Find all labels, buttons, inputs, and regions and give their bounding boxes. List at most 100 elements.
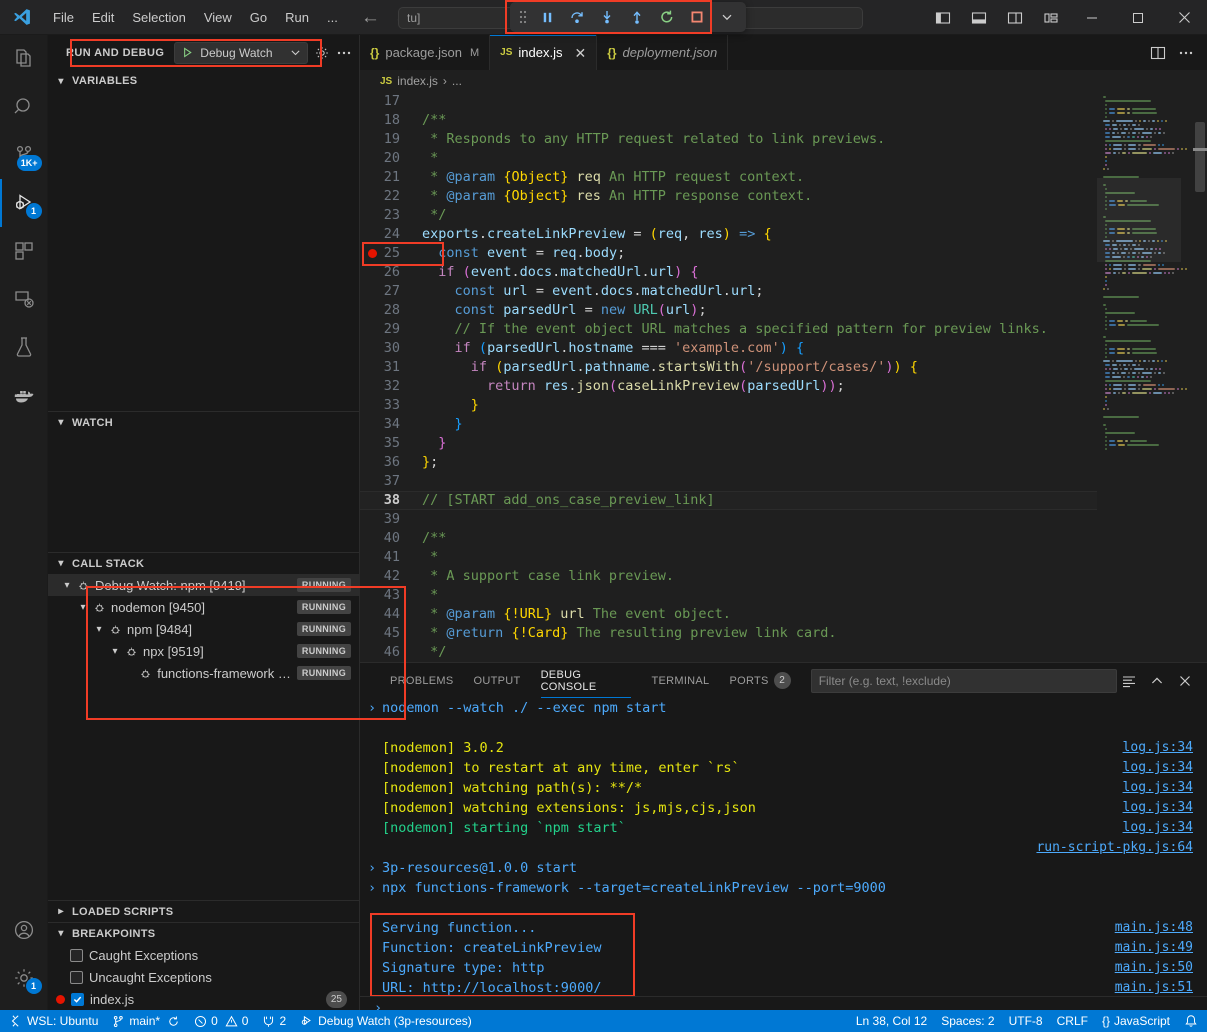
grip-dots-icon[interactable]	[515, 10, 531, 24]
menu-go[interactable]: Go	[241, 6, 276, 29]
chevron-down-icon[interactable]: ▾	[76, 602, 90, 613]
code-text[interactable]: *	[412, 548, 1097, 567]
code-text[interactable]: */	[412, 643, 1097, 662]
console-source-link[interactable]: main.js:50	[1115, 958, 1207, 978]
step-over-button[interactable]	[563, 4, 591, 30]
chevron-down-icon[interactable]: ▾	[92, 624, 106, 635]
code-line[interactable]: 42 * A support case link preview.	[360, 567, 1097, 586]
console-source-link[interactable]: log.js:34	[1123, 798, 1207, 818]
sidebar-item-testing[interactable]	[0, 323, 48, 371]
code-pane[interactable]: 1718/**19 * Responds to any HTTP request…	[360, 92, 1097, 662]
breadcrumb-symbol[interactable]: ...	[452, 74, 462, 88]
code-text[interactable]: }	[412, 434, 1097, 453]
code-text[interactable]: */	[412, 206, 1097, 225]
code-text[interactable]: // If the event object URL matches a spe…	[412, 320, 1097, 339]
debug-configuration-select[interactable]: Debug Watch	[174, 42, 308, 64]
problems-indicator[interactable]: 0 0	[187, 1010, 255, 1032]
menu-overflow[interactable]: ...	[318, 6, 347, 29]
code-line[interactable]: 29 // If the event object URL matches a …	[360, 320, 1097, 339]
line-number[interactable]: 46	[360, 643, 412, 662]
sidebar-item-remote-explorer[interactable]	[0, 275, 48, 323]
code-line[interactable]: 19 * Responds to any HTTP request relate…	[360, 130, 1097, 149]
step-into-button[interactable]	[593, 4, 621, 30]
section-call-stack-header[interactable]: ▾ CALL STACK	[48, 552, 359, 574]
console-source-link[interactable]: log.js:34	[1123, 738, 1207, 758]
line-number[interactable]: 45	[360, 624, 412, 643]
maximize-window-button[interactable]	[1115, 0, 1161, 35]
code-line[interactable]: 46 */	[360, 643, 1097, 662]
split-editor-icon[interactable]	[1145, 40, 1171, 66]
code-line[interactable]: 24exports.createLinkPreview = (req, res)…	[360, 225, 1097, 244]
line-number[interactable]: 35	[360, 434, 412, 453]
line-number[interactable]: 22	[360, 187, 412, 206]
code-text[interactable]: * @param {!URL} url The event object.	[412, 605, 1097, 624]
code-line[interactable]: 37	[360, 472, 1097, 491]
tab-deployment-json[interactable]: {} deployment.json	[597, 35, 728, 70]
call-stack-row[interactable]: ▾ nodemon [9450] RUNNING	[48, 596, 359, 618]
code-text[interactable]: }	[412, 415, 1097, 434]
code-line[interactable]: 34 }	[360, 415, 1097, 434]
sidebar-item-run-and-debug[interactable]: 1	[0, 179, 48, 227]
code-text[interactable]: const parsedUrl = new URL(url);	[412, 301, 1097, 320]
tab-output[interactable]: OUTPUT	[464, 663, 531, 698]
code-text[interactable]: exports.createLinkPreview = (req, res) =…	[412, 225, 1097, 244]
tab-debug-console[interactable]: DEBUG CONSOLE	[531, 663, 642, 698]
code-line[interactable]: 32 return res.json(caseLinkPreview(parse…	[360, 377, 1097, 396]
scrollbar-thumb[interactable]	[1195, 122, 1205, 192]
line-number[interactable]: 36	[360, 453, 412, 472]
editor-more-actions-icon[interactable]	[1173, 40, 1199, 66]
line-number[interactable]: 24	[360, 225, 412, 244]
minimap[interactable]	[1097, 92, 1193, 662]
menu-view[interactable]: View	[195, 6, 241, 29]
code-line[interactable]: 28 const parsedUrl = new URL(url);	[360, 301, 1097, 320]
code-line[interactable]: 22 * @param {Object} res An HTTP respons…	[360, 187, 1097, 206]
line-number[interactable]: 29	[360, 320, 412, 339]
line-number[interactable]: 41	[360, 548, 412, 567]
console-source-link[interactable]: log.js:34	[1123, 778, 1207, 798]
code-line[interactable]: 36};	[360, 453, 1097, 472]
code-line[interactable]: 40/**	[360, 529, 1097, 548]
code-line[interactable]: 31 if (parsedUrl.pathname.startsWith('/s…	[360, 358, 1097, 377]
call-stack-row[interactable]: ▾ npm [9484] RUNNING	[48, 618, 359, 640]
code-line[interactable]: 23 */	[360, 206, 1097, 225]
line-number[interactable]: 31	[360, 358, 412, 377]
tab-index-js[interactable]: JS index.js ✕	[490, 35, 597, 70]
code-text[interactable]: /**	[412, 529, 1097, 548]
chevron-down-icon[interactable]: ▾	[60, 580, 74, 591]
code-text[interactable]: if (parsedUrl.hostname === 'example.com'…	[412, 339, 1097, 358]
console-source-link[interactable]: run-script-pkg.js:64	[1036, 838, 1207, 858]
code-text[interactable]: * A support case link preview.	[412, 567, 1097, 586]
checkbox[interactable]	[70, 949, 83, 962]
sidebar-item-explorer[interactable]	[0, 35, 48, 83]
line-number[interactable]: 44	[360, 605, 412, 624]
line-number[interactable]: 20	[360, 149, 412, 168]
close-window-button[interactable]	[1161, 0, 1207, 35]
breakpoint-row[interactable]: Caught Exceptions	[48, 944, 359, 966]
line-number[interactable]: 23	[360, 206, 412, 225]
session-dropdown-button[interactable]	[713, 4, 741, 30]
breakpoint-row[interactable]: index.js 25	[48, 988, 359, 1010]
code-text[interactable]: // [START add_ons_case_preview_link]	[412, 491, 1097, 510]
code-line[interactable]: 41 *	[360, 548, 1097, 567]
tab-ports[interactable]: PORTS 2	[719, 663, 800, 698]
code-text[interactable]: *	[412, 586, 1097, 605]
console-source-link[interactable]: main.js:48	[1115, 918, 1207, 938]
sidebar-more-actions-button[interactable]	[336, 42, 352, 64]
sidebar-item-docker[interactable]	[0, 371, 48, 419]
code-text[interactable]: * @param {Object} req An HTTP request co…	[412, 168, 1097, 187]
code-text[interactable]: if (parsedUrl.pathname.startsWith('/supp…	[412, 358, 1097, 377]
line-number[interactable]: 26	[360, 263, 412, 282]
checkbox[interactable]	[71, 993, 84, 1006]
layout-sidebar-right-icon[interactable]	[997, 0, 1033, 35]
line-number[interactable]: 30	[360, 339, 412, 358]
call-stack-row[interactable]: ▾ Debug Watch: npm [9419] RUNNING	[48, 574, 359, 596]
notifications-bell[interactable]	[1177, 1010, 1205, 1032]
menu-edit[interactable]: Edit	[83, 6, 123, 29]
editor-position[interactable]: Ln 38, Col 12	[849, 1010, 934, 1032]
clear-all-icon[interactable]	[1117, 669, 1141, 693]
code-text[interactable]: if (event.docs.matchedUrl.url) {	[412, 263, 1097, 282]
editor-scrollbar[interactable]	[1193, 92, 1207, 662]
arrow-left-icon[interactable]: ←	[361, 8, 380, 27]
ports-indicator[interactable]: 2	[255, 1010, 293, 1032]
line-number[interactable]: 40	[360, 529, 412, 548]
